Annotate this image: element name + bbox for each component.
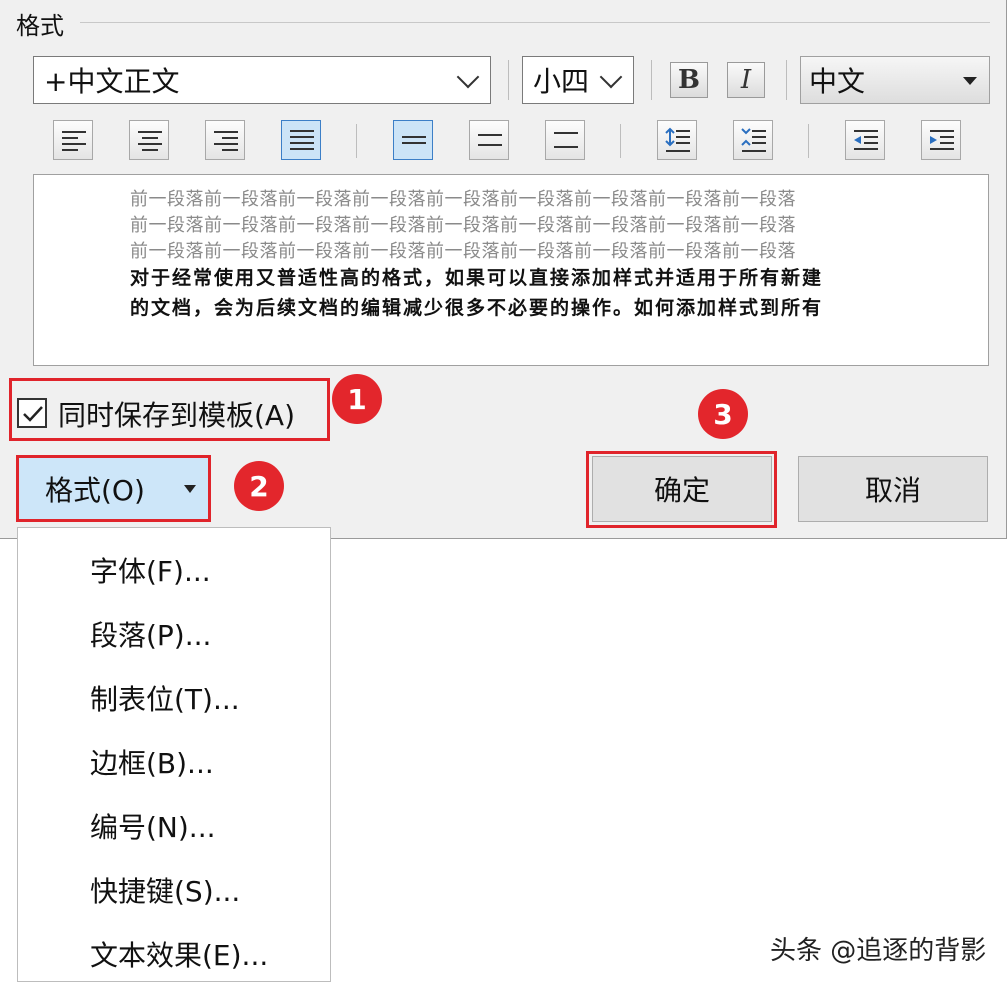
annotation-box-format <box>16 455 211 522</box>
font-name-combo[interactable]: +中文正文 <box>33 56 491 104</box>
toolbar-separator <box>508 60 509 100</box>
chevron-down-icon <box>599 65 623 89</box>
toolbar-separator <box>651 60 652 100</box>
menu-item-border[interactable]: 边框(B)... <box>90 742 214 782</box>
toolbar-separator <box>620 124 621 158</box>
align-center-button[interactable] <box>129 120 169 160</box>
preview-previous-paragraph-line: 前一段落前一段落前一段落前一段落前一段落前一段落前一段落前一段落前一段落 <box>130 241 796 262</box>
decrease-indent-icon <box>854 130 878 150</box>
preview-previous-paragraph-line: 前一段落前一段落前一段落前一段落前一段落前一段落前一段落前一段落前一段落 <box>130 215 796 236</box>
justify-button[interactable] <box>281 120 321 160</box>
one-half-spacing-button[interactable] <box>469 120 509 160</box>
annotation-badge-1: 1 <box>332 374 382 424</box>
decrease-indent-button[interactable] <box>845 120 885 160</box>
toolbar-separator <box>808 124 809 158</box>
align-right-icon <box>214 131 238 151</box>
section-divider <box>80 22 990 23</box>
decrease-spacing-before-button[interactable] <box>733 120 773 160</box>
menu-item-text-effects[interactable]: 文本效果(E)... <box>90 934 268 974</box>
cancel-button[interactable]: 取消 <box>798 456 988 522</box>
annotation-badge-3: 3 <box>698 389 748 439</box>
bold-button[interactable]: B <box>670 62 708 98</box>
language-value: 中文 <box>809 65 866 98</box>
one-half-spacing-icon <box>478 134 502 146</box>
dropdown-arrow-icon <box>963 77 977 85</box>
double-spacing-button[interactable] <box>545 120 585 160</box>
single-spacing-button[interactable] <box>393 120 433 160</box>
watermark-text: 头条 @追逐的背影 <box>770 936 987 966</box>
align-center-icon <box>138 131 162 151</box>
menu-item-tabs[interactable]: 制表位(T)... <box>90 678 240 718</box>
align-left-icon <box>62 131 86 151</box>
preview-sample-line: 的文档，会为后续文档的编辑减少很多不必要的操作。如何添加样式到所有 <box>130 297 824 319</box>
toolbar-separator <box>786 60 787 100</box>
annotation-box-save-template <box>9 378 330 441</box>
preview-previous-paragraph-line: 前一段落前一段落前一段落前一段落前一段落前一段落前一段落前一段落前一段落 <box>130 189 796 210</box>
increase-indent-button[interactable] <box>921 120 961 160</box>
annotation-box-ok <box>586 451 777 528</box>
preview-sample-line: 对于经常使用又普适性高的格式，如果可以直接添加样式并适用于所有新建 <box>130 267 824 289</box>
single-spacing-icon <box>402 136 426 144</box>
menu-item-paragraph[interactable]: 段落(P)... <box>90 614 211 654</box>
align-left-button[interactable] <box>53 120 93 160</box>
menu-item-font[interactable]: 字体(F)... <box>90 550 211 590</box>
spacing-decrease-icon <box>741 128 766 152</box>
annotation-badge-2: 2 <box>234 461 284 511</box>
align-right-button[interactable] <box>205 120 245 160</box>
font-size-combo[interactable]: 小四 <box>522 56 634 104</box>
menu-item-shortcut-key[interactable]: 快捷键(S)... <box>90 870 240 910</box>
justify-icon <box>290 130 314 150</box>
section-title: 格式 <box>16 6 70 41</box>
format-dropdown-menu: 字体(F)... 段落(P)... 制表位(T)... 边框(B)... 编号(… <box>17 527 331 982</box>
italic-button[interactable]: I <box>727 62 765 98</box>
toolbar-separator <box>356 124 357 158</box>
double-spacing-icon <box>554 132 578 148</box>
style-preview-pane: 前一段落前一段落前一段落前一段落前一段落前一段落前一段落前一段落前一段落 前一段… <box>33 174 989 366</box>
spacing-increase-icon <box>665 127 690 152</box>
menu-item-numbering[interactable]: 编号(N)... <box>90 806 216 846</box>
font-name-value: +中文正文 <box>44 65 180 98</box>
increase-indent-icon <box>930 130 954 150</box>
language-select[interactable]: 中文 <box>800 56 990 104</box>
font-size-value: 小四 <box>533 65 590 98</box>
chevron-down-icon <box>456 65 480 89</box>
increase-spacing-before-button[interactable] <box>657 120 697 160</box>
